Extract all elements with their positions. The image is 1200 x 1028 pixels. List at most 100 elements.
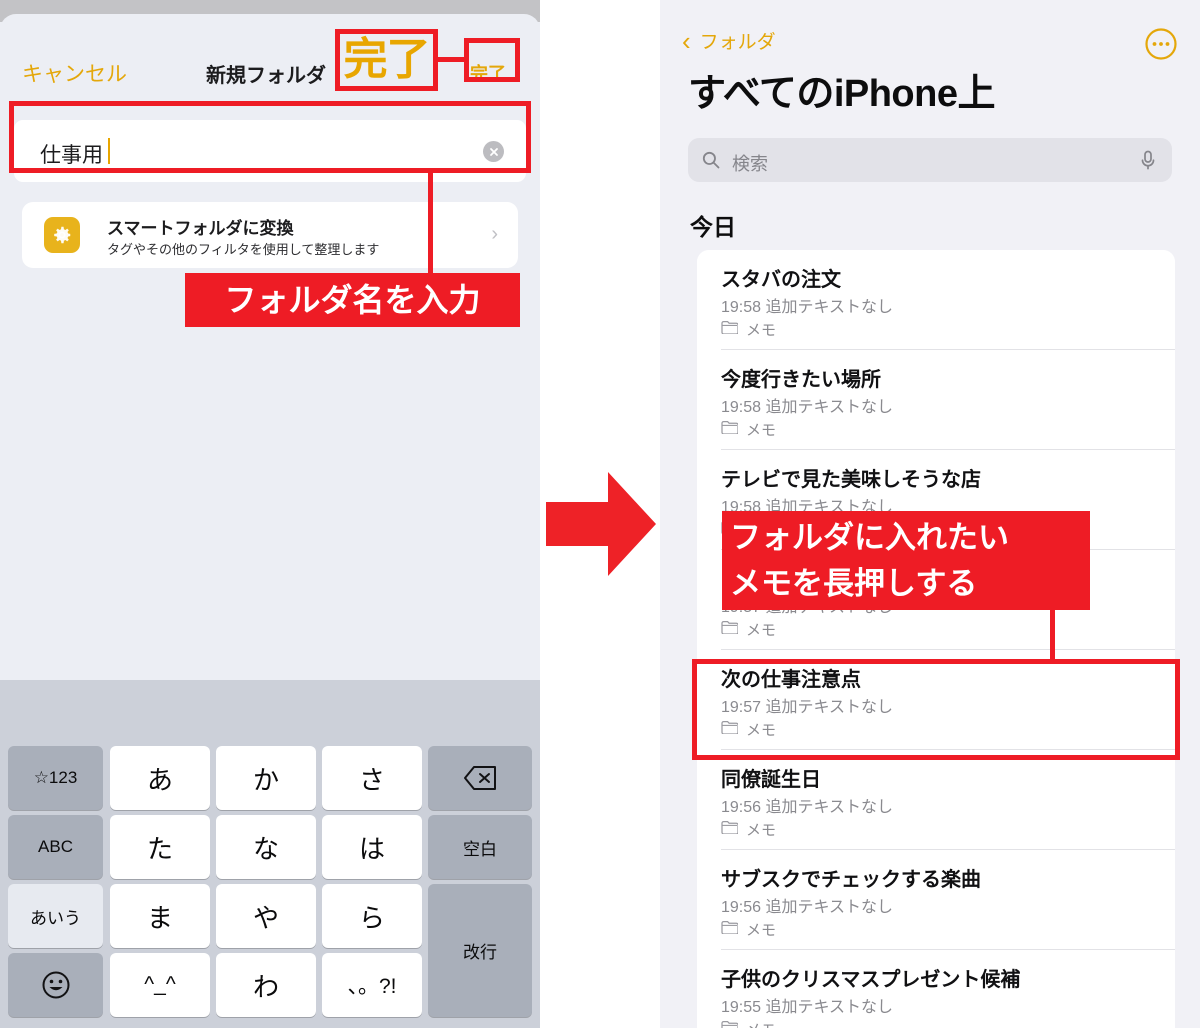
back-to-folders-button[interactable]: ‹ フォルダ [682, 27, 776, 54]
gear-icon [44, 217, 80, 253]
key-kaomoji[interactable]: ^_^ [110, 953, 210, 1017]
annotation-caption-right-line1: フォルダに入れたい [730, 520, 1009, 555]
note-folder-label: メモ [746, 722, 777, 739]
note-list-item[interactable]: サブスクでチェックする楽曲 19:56 追加テキストなしメモ [697, 850, 1175, 950]
key-ra-label: ら [358, 902, 385, 933]
back-label: フォルダ [699, 32, 776, 53]
note-list-item[interactable]: スタバの注文 19:58 追加テキストなし メモ [697, 250, 1175, 350]
key-space[interactable]: 空白 [428, 815, 532, 879]
note-title: 子供のクリスマスプレゼント候補 [721, 969, 1021, 991]
folder-icon [721, 420, 739, 439]
search-placeholder: 検索 [732, 154, 768, 174]
folder-icon [721, 1020, 739, 1028]
key-return-label: 改行 [463, 943, 497, 962]
note-meta: 19:58 追加テキストなし [721, 299, 894, 316]
left-phone-screen: キャンセル 新規フォルダ 完了 仕事用 スマートフォルダに変換 タグやその他のフ… [0, 0, 540, 1028]
key-na-label: な [252, 833, 279, 864]
text-caret [108, 138, 110, 164]
key-ha[interactable]: は [322, 815, 422, 879]
search-input[interactable]: 検索 [688, 138, 1172, 182]
note-meta: 19:56 追加テキストなし [721, 899, 894, 916]
annotation-caption-left: フォルダ名を入力 [185, 273, 520, 327]
note-list-item[interactable]: 今度行きたい場所 19:58 追加テキストなしメモ [697, 350, 1175, 450]
key-ya[interactable]: や [216, 884, 316, 948]
cancel-button[interactable]: キャンセル [22, 58, 127, 88]
key-ma[interactable]: ま [110, 884, 210, 948]
notes-list: スタバの注文 19:58 追加テキストなし メモ 今度行きたい場所 19:58 追加テキ… [697, 250, 1175, 1028]
emoji-icon[interactable] [8, 953, 103, 1017]
backspace-icon[interactable] [428, 746, 532, 810]
key-a[interactable]: あ [110, 746, 210, 810]
note-meta: 19:57 追加テキストなし [721, 699, 894, 716]
key-ta[interactable]: た [110, 815, 210, 879]
key-sa-label: さ [358, 764, 385, 795]
clear-text-icon[interactable] [483, 141, 504, 162]
annotation-leader-line-left [428, 168, 433, 273]
convert-to-smart-folder-row[interactable]: スマートフォルダに変換 タグやその他のフィルタを使用して整理します › [22, 202, 518, 268]
page-title: すべてのiPhone上 [688, 73, 996, 115]
key-punctuation[interactable]: 、。?! [322, 953, 422, 1017]
key-a-label: あ [146, 764, 173, 795]
key-aiu[interactable]: あいう [8, 884, 103, 948]
key-ka[interactable]: か [216, 746, 316, 810]
note-folder: メモ [721, 719, 776, 740]
done-button-magnified-callout: 完了 [335, 29, 438, 91]
note-meta: 19:56 追加テキストなし [721, 799, 894, 816]
note-folder-label: メモ [746, 822, 777, 839]
note-meta: 19:58 追加テキストなし [721, 399, 894, 416]
key-abc-label: ABC [38, 837, 73, 856]
folder-icon [721, 620, 739, 639]
callout-connector-line [438, 57, 464, 62]
key-space-label: 空白 [463, 839, 497, 859]
folder-icon [721, 320, 739, 339]
ellipsis-circle-icon[interactable] [1144, 27, 1178, 61]
note-list-item[interactable]: 次の仕事注意点 19:57 追加テキストなしメモ [697, 650, 1175, 750]
key-ka-label: か [252, 764, 279, 795]
annotation-caption-left-text: フォルダ名を入力 [224, 282, 481, 318]
key-na[interactable]: な [216, 815, 316, 879]
note-folder: メモ [721, 819, 776, 840]
smart-folder-title: スマートフォルダに変換 [107, 219, 294, 238]
key-ma-label: ま [146, 902, 173, 933]
note-title: 同僚誕生日 [721, 769, 821, 791]
done-button-highlight-box [464, 38, 520, 82]
sheet-navigation-bar: キャンセル 新規フォルダ 完了 [0, 14, 540, 88]
key-ra[interactable]: ら [322, 884, 422, 948]
note-list-item[interactable]: 子供のクリスマスプレゼント候補 19:55 追加テキストなしメモ [697, 950, 1175, 1028]
chevron-left-icon: ‹ [682, 25, 691, 56]
sheet-title: 新規フォルダ [206, 65, 326, 87]
note-folder: メモ [721, 319, 776, 340]
note-folder: メモ [721, 1019, 776, 1028]
transition-arrow-icon [546, 470, 658, 578]
key-abc[interactable]: ABC [8, 815, 103, 879]
microphone-icon[interactable] [1138, 149, 1158, 176]
done-magnified-label: 完了 [343, 35, 431, 84]
note-folder-label: メモ [746, 322, 777, 339]
japanese-keyboard: ☆123 あ か さ ABC た な は 空白あいう ま や ら改行 ^_^ わ 、。?! [0, 680, 540, 1028]
key-ha-label: は [358, 833, 385, 864]
section-header-today: 今日 [690, 214, 736, 240]
folder-icon [721, 820, 739, 839]
key-return[interactable]: 改行 [428, 884, 532, 1017]
key-sa[interactable]: さ [322, 746, 422, 810]
key-ya-label: や [252, 902, 279, 933]
key-numbers[interactable]: ☆123 [8, 746, 103, 810]
note-folder-label: メモ [746, 922, 777, 939]
annotation-caption-right: フォルダに入れたい メモを長押しする [722, 511, 1090, 610]
note-folder: メモ [721, 619, 776, 640]
note-folder-label: メモ [746, 622, 777, 639]
keyboard-suggestion-bar [0, 680, 540, 740]
key-kaomoji-label: ^_^ [144, 973, 176, 996]
note-title: 今度行きたい場所 [721, 369, 881, 391]
note-title: 次の仕事注意点 [721, 669, 861, 691]
folder-icon [721, 720, 739, 739]
note-list-item[interactable]: 同僚誕生日 19:56 追加テキストなしメモ [697, 750, 1175, 850]
new-folder-sheet: キャンセル 新規フォルダ 完了 仕事用 スマートフォルダに変換 タグやその他のフ… [0, 14, 540, 680]
note-folder-label: メモ [746, 422, 777, 439]
note-title: テレビで見た美味しそうな店 [721, 469, 981, 491]
smart-folder-subtitle: タグやその他のフィルタを使用して整理します [107, 242, 380, 257]
note-meta: 19:55 追加テキストなし [721, 999, 894, 1016]
key-wa[interactable]: わ [216, 953, 316, 1017]
note-title: サブスクでチェックする楽曲 [721, 869, 981, 891]
folder-name-input[interactable]: 仕事用 [14, 120, 526, 182]
